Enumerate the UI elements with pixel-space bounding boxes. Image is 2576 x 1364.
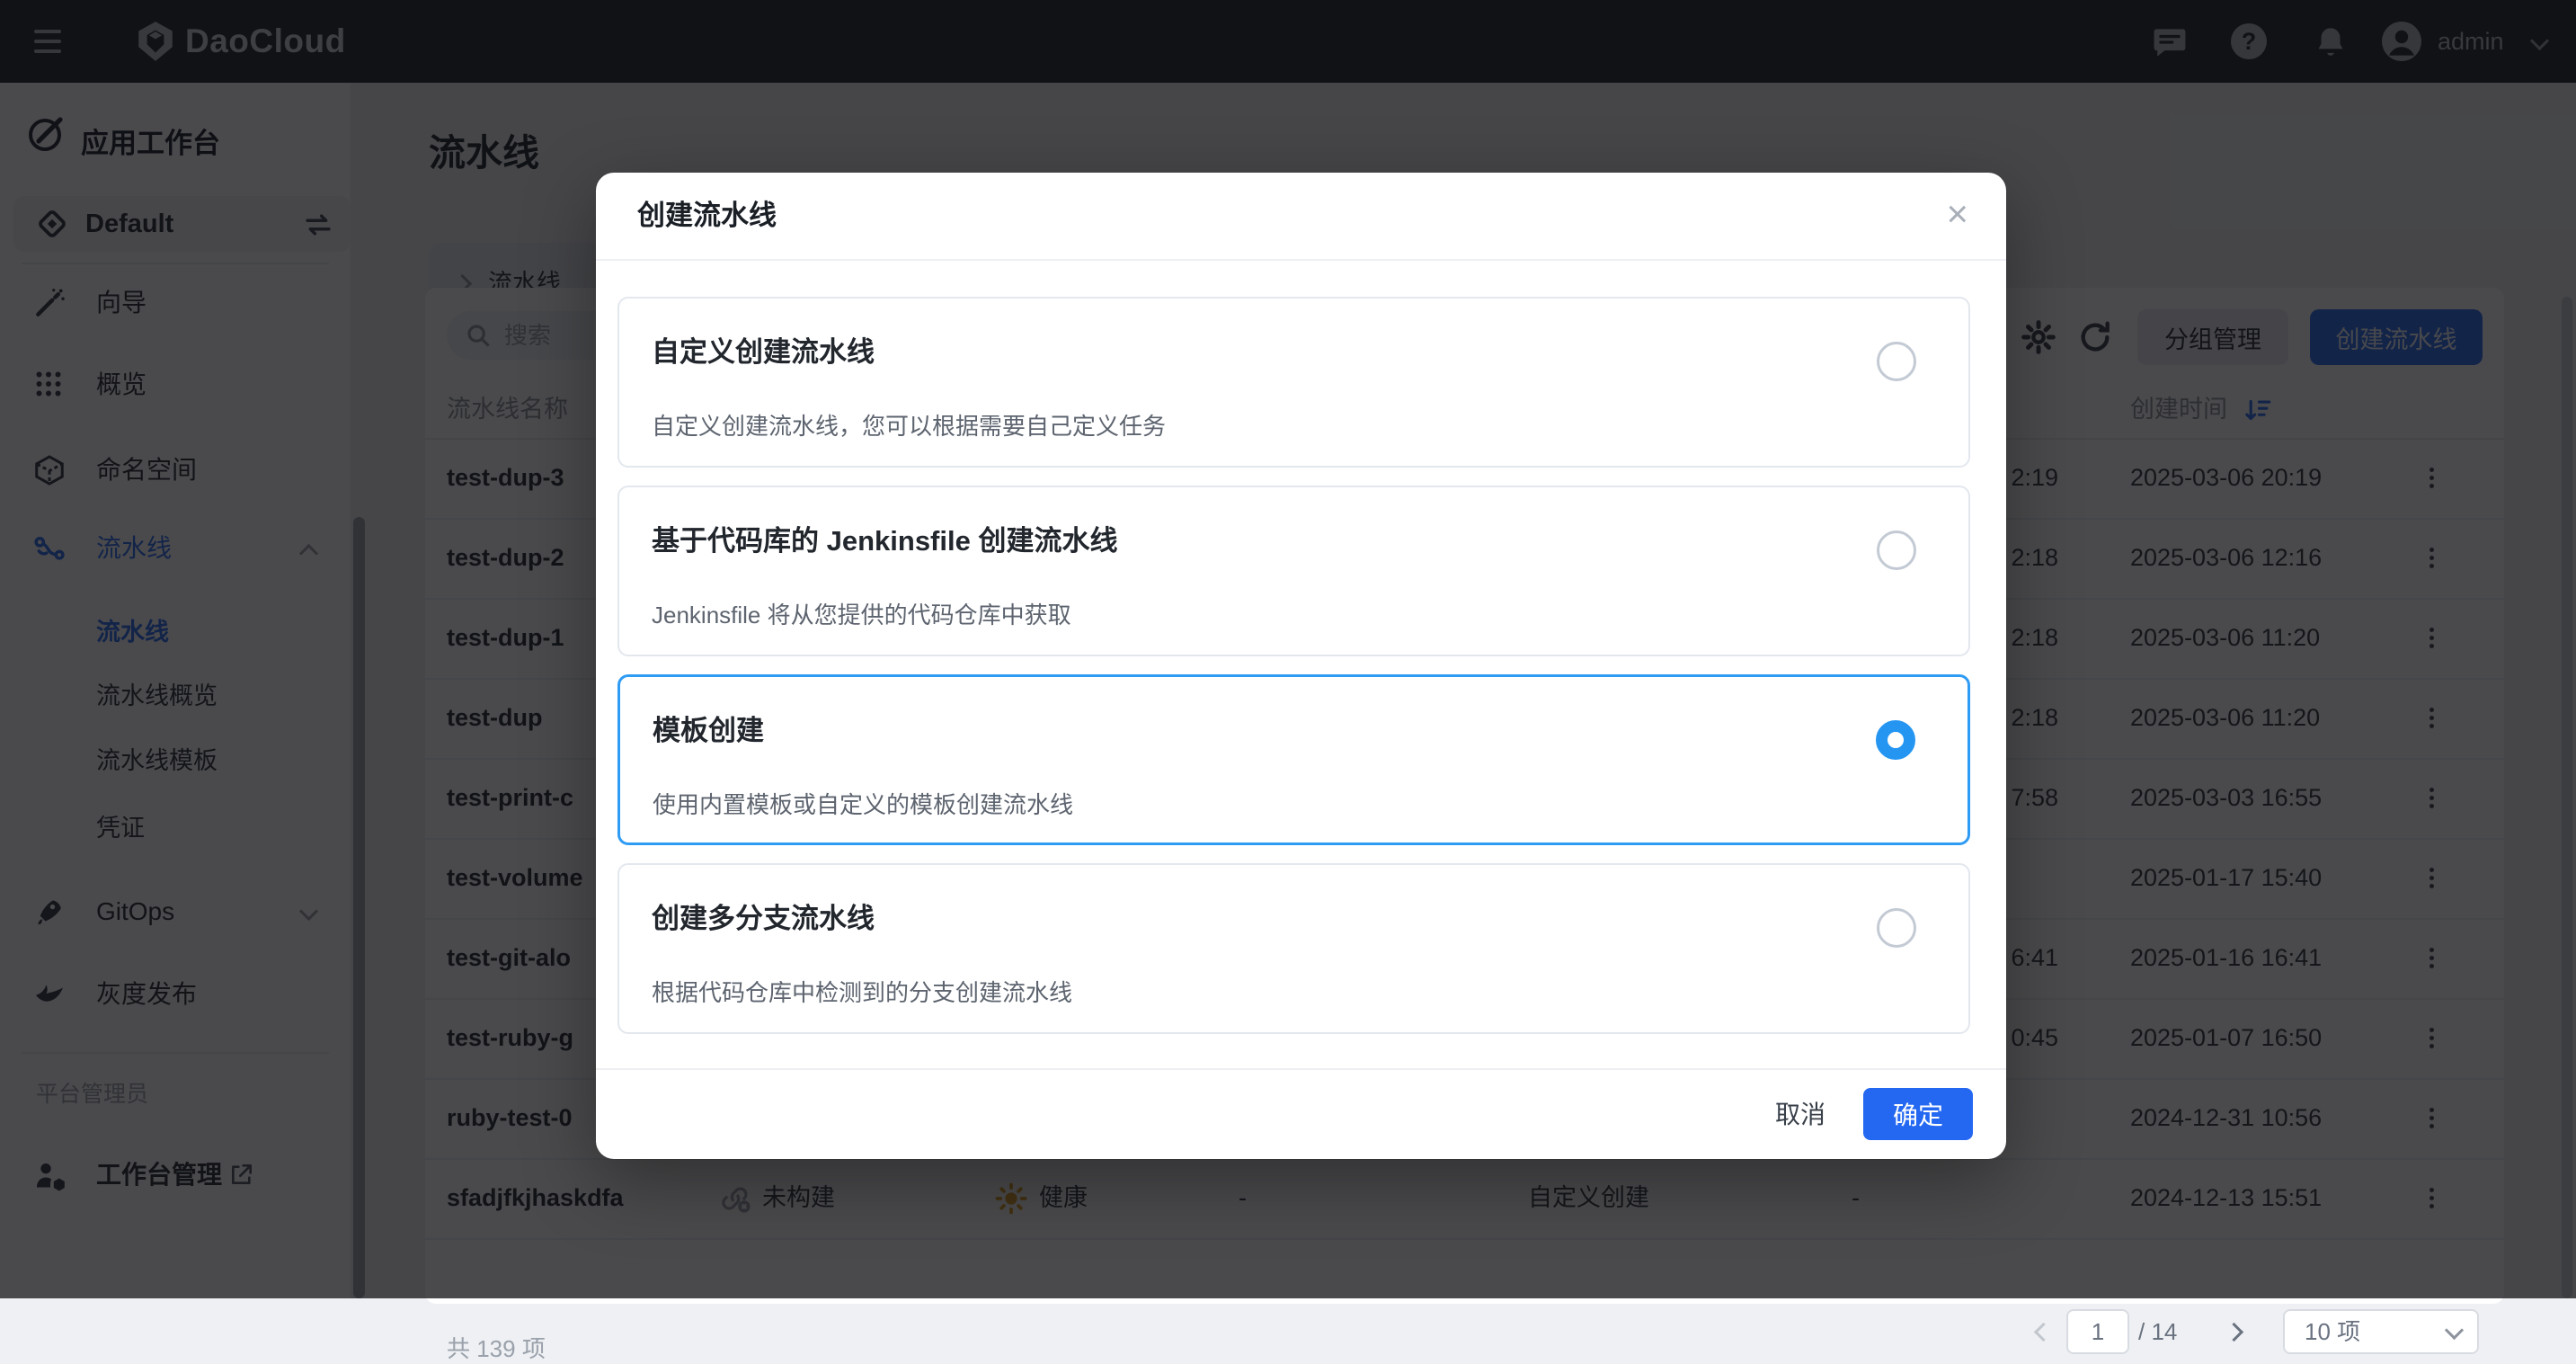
option-multibranch-pipeline[interactable]: 创建多分支流水线 根据代码仓库中检测到的分支创建流水线 [617, 863, 1970, 1034]
prev-page-icon[interactable] [2034, 1323, 2053, 1342]
create-pipeline-modal: 创建流水线 × 自定义创建流水线 自定义创建流水线，您可以根据需要自己定义任务 … [596, 173, 2006, 1159]
radio-unchecked-icon[interactable] [1877, 342, 1916, 381]
confirm-button[interactable]: 确定 [1863, 1088, 1973, 1140]
modal-title: 创建流水线 [637, 173, 777, 259]
close-icon[interactable]: × [1946, 192, 1968, 236]
total-count: 共 139 项 [447, 1331, 546, 1364]
option-custom-pipeline[interactable]: 自定义创建流水线 自定义创建流水线，您可以根据需要自己定义任务 [617, 297, 1970, 468]
page-count: / 14 [2138, 1309, 2177, 1354]
radio-checked-icon[interactable] [1876, 720, 1915, 760]
next-page-icon[interactable] [2225, 1323, 2243, 1342]
page-input[interactable]: 1 [2066, 1309, 2129, 1354]
radio-unchecked-icon[interactable] [1877, 530, 1916, 570]
option-jenkinsfile-pipeline[interactable]: 基于代码库的 Jenkinsfile 创建流水线 Jenkinsfile 将从您… [617, 486, 1970, 656]
radio-unchecked-icon[interactable] [1877, 908, 1916, 948]
option-template-create[interactable]: 模板创建 使用内置模板或自定义的模板创建流水线 [617, 674, 1970, 845]
cancel-button[interactable]: 取消 [1755, 1092, 1845, 1137]
